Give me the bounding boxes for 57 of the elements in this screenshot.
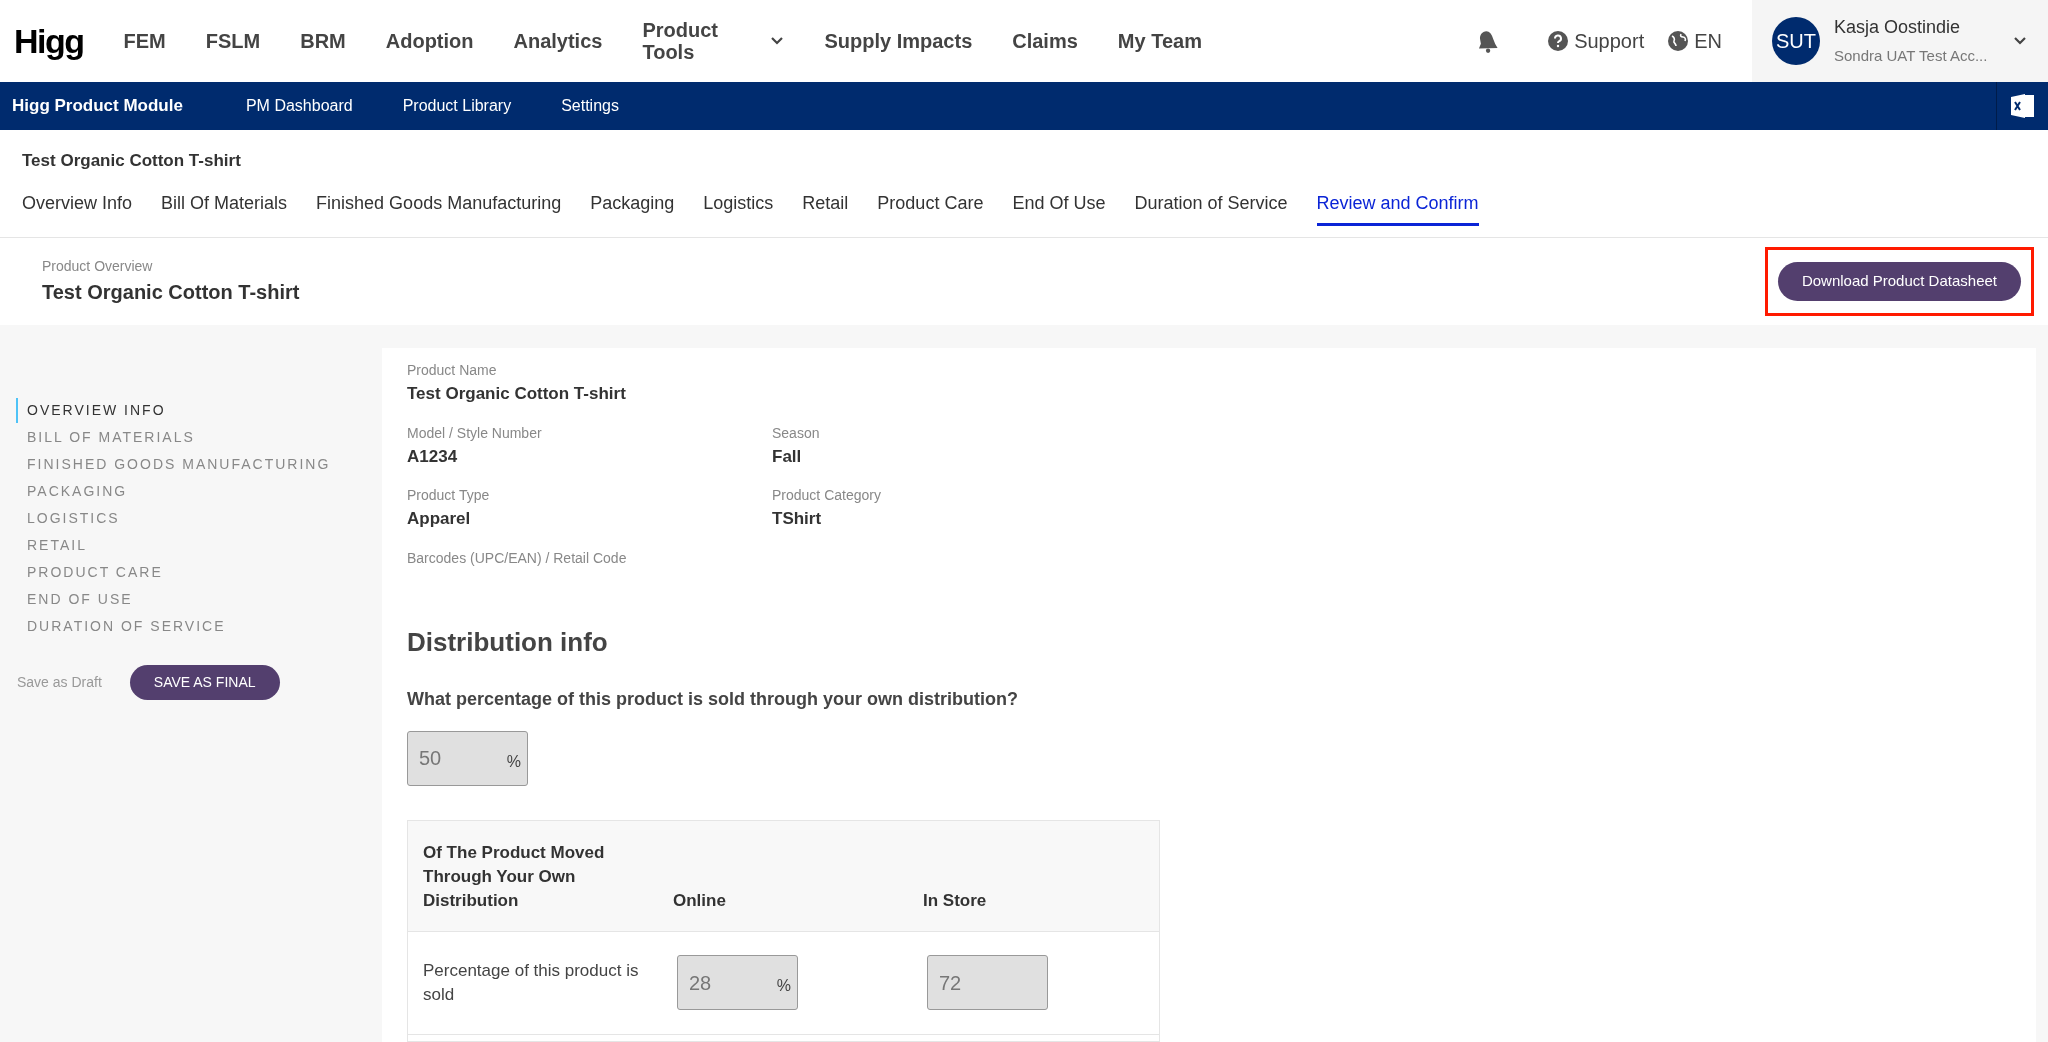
chevron-down-icon: [2013, 36, 2028, 46]
module-nav-link[interactable]: PM Dashboard: [245, 94, 353, 118]
help-icon: [1548, 31, 1569, 51]
nav-item[interactable]: My Team: [1117, 30, 1202, 52]
field-value: Fall: [772, 445, 803, 468]
nav-item[interactable]: Supply Impacts: [824, 30, 973, 52]
section-label: Product Overview: [42, 257, 154, 276]
tab[interactable]: Finished Goods Manufacturing: [316, 189, 562, 226]
field-value: Test Organic Cotton T-shirt: [407, 383, 627, 405]
language-selector[interactable]: EN: [1668, 26, 1722, 56]
field-label: Barcodes (UPC/EAN) / Retail Code: [407, 548, 628, 568]
tab[interactable]: Duration of Service: [1134, 189, 1288, 226]
support-link[interactable]: Support: [1548, 26, 1645, 56]
tab[interactable]: Review and Confirm: [1316, 189, 1479, 226]
spreadsheet-icon: [2010, 93, 2035, 119]
unit-label: %: [506, 751, 521, 772]
column-header: Of The Product Moved Through Your Own Distribution: [423, 841, 606, 912]
column-header: In Store: [923, 889, 988, 912]
tab[interactable]: Retail: [802, 189, 849, 226]
tab[interactable]: Bill Of Materials: [161, 189, 288, 226]
unit-label: %: [776, 976, 791, 996]
field-value: A1234: [407, 445, 459, 468]
nav-item[interactable]: Adoption: [385, 30, 474, 52]
field-label: Season: [772, 423, 821, 443]
field-label: Product Name: [407, 361, 498, 380]
module-nav-link[interactable]: Product Library: [402, 94, 512, 118]
question-text: What percentage of this product is sold through your own distribution?: [407, 687, 1019, 711]
tab[interactable]: Packaging: [590, 189, 675, 226]
column-header: Online: [673, 889, 727, 912]
nav-item[interactable]: Claims: [1012, 30, 1078, 52]
nav-item[interactable]: FSLM: [205, 30, 261, 52]
product-title: Test Organic Cotton T-shirt: [22, 150, 242, 172]
user-name: Kasja Oostindie: [1834, 16, 1962, 40]
globe-icon: [1668, 31, 1689, 51]
save-final-button[interactable]: SAVE AS FINAL: [129, 665, 280, 700]
field-label: Model / Style Number: [407, 423, 543, 443]
field-label: Product Category: [772, 486, 882, 505]
table-cell-text: Percentage of this product is sold: [423, 959, 640, 1006]
higg-logo[interactable]: Higg: [14, 15, 84, 67]
tab[interactable]: Logistics: [703, 189, 774, 226]
field-label: Product Type: [407, 486, 491, 505]
section-title: Test Organic Cotton T-shirt: [42, 280, 300, 305]
section-heading: Distribution info: [407, 625, 609, 659]
module-title: Higg Product Module: [12, 95, 183, 118]
user-organization: Sondra UAT Test Acc...: [1834, 46, 1988, 67]
download-datasheet-button[interactable]: Download Product Datasheet: [1777, 262, 2021, 301]
field-value: Apparel: [407, 508, 472, 530]
module-nav-link[interactable]: Settings: [561, 94, 619, 118]
tab[interactable]: Product Care: [877, 189, 984, 226]
nav-item[interactable]: BRM: [300, 30, 346, 52]
nav-item[interactable]: Product Tools: [642, 19, 785, 63]
user-avatar: SUT: [1772, 17, 1820, 65]
tab[interactable]: Overview Info: [22, 189, 133, 226]
field-value: TShirt: [772, 508, 823, 530]
tab[interactable]: End Of Use: [1012, 189, 1106, 226]
nav-item[interactable]: FEM: [123, 30, 166, 52]
nav-item[interactable]: Analytics: [513, 30, 603, 52]
